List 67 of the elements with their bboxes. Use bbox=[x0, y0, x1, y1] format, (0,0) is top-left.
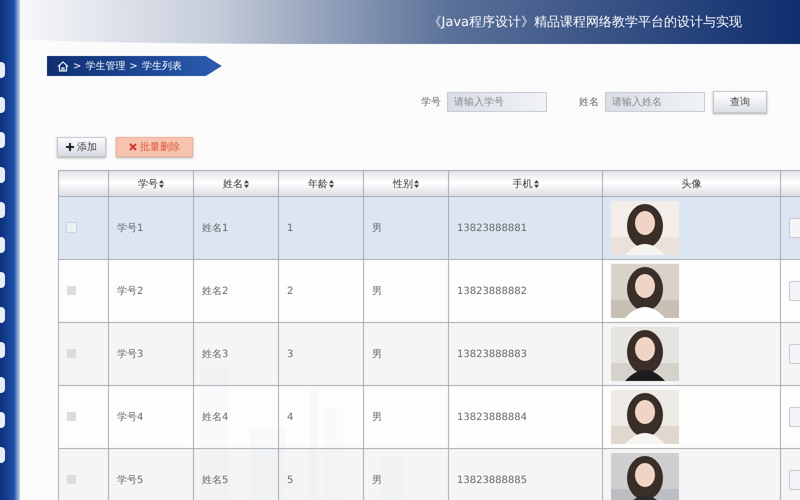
sidebar-tab[interactable] bbox=[0, 167, 5, 183]
sort-icon[interactable] bbox=[534, 180, 538, 188]
table-cell: 学号3 bbox=[117, 349, 144, 360]
sort-icon[interactable] bbox=[159, 180, 164, 188]
table-cell: 13823888884 bbox=[457, 412, 527, 422]
home-icon[interactable] bbox=[57, 60, 69, 72]
sidebar-tab[interactable] bbox=[0, 62, 5, 78]
sidebar-tab[interactable] bbox=[0, 342, 5, 358]
row-checkbox[interactable] bbox=[67, 286, 76, 296]
table-cell: 男 bbox=[372, 412, 382, 423]
table-cell: 姓名2 bbox=[202, 286, 228, 297]
field-label: 姓名 bbox=[579, 96, 599, 109]
header-title: 《Java程序设计》精品课程网络教学平台的设计与实现 bbox=[428, 14, 742, 31]
breadcrumb-link[interactable]: 学生管理 bbox=[85, 59, 126, 73]
sidebar-tab[interactable] bbox=[0, 307, 5, 323]
table-cell: 姓名5 bbox=[202, 475, 228, 486]
search-field[interactable]: 请输入姓名 bbox=[605, 92, 705, 112]
table-cell: 姓名3 bbox=[202, 349, 228, 360]
column-header[interactable]: 手机 bbox=[512, 176, 538, 190]
table-cell: 男 bbox=[372, 223, 382, 234]
sort-icon[interactable] bbox=[329, 180, 334, 188]
table-cell: 2 bbox=[287, 286, 294, 296]
plus-icon bbox=[66, 143, 74, 151]
sidebar-tab[interactable] bbox=[0, 202, 5, 218]
sort-icon[interactable] bbox=[414, 180, 419, 188]
column-header[interactable]: 性别 bbox=[393, 176, 419, 190]
table-cell: 13823888881 bbox=[457, 222, 527, 234]
table-cell: 13823888882 bbox=[457, 286, 527, 296]
table-cell: 男 bbox=[372, 349, 382, 360]
table-cell: 学号4 bbox=[117, 412, 144, 423]
breadcrumb-separator: > bbox=[73, 60, 82, 72]
row-checkbox[interactable] bbox=[67, 475, 76, 484]
search-button[interactable]: 查询 bbox=[713, 91, 767, 113]
row-checkbox[interactable] bbox=[67, 412, 76, 422]
breadcrumb-link[interactable]: 学生列表 bbox=[142, 59, 182, 73]
table-cell: 男 bbox=[372, 286, 382, 297]
column-header[interactable]: 姓名 bbox=[223, 176, 249, 190]
column-header[interactable]: 学号 bbox=[138, 176, 164, 190]
table-cell: 姓名4 bbox=[202, 412, 228, 423]
table-cell: 4 bbox=[287, 412, 294, 422]
sidebar-tab[interactable] bbox=[0, 237, 5, 253]
add-button[interactable]: 添加 bbox=[57, 137, 106, 157]
table-cell: 学号5 bbox=[117, 475, 144, 486]
sidebar-tab[interactable] bbox=[0, 272, 5, 288]
table-cell: 5 bbox=[287, 474, 294, 486]
row-checkbox[interactable] bbox=[67, 349, 76, 358]
table-cell: 男 bbox=[372, 475, 382, 486]
column-header[interactable]: 年龄 bbox=[308, 176, 334, 190]
table-cell: 姓名1 bbox=[202, 223, 228, 234]
sidebar-tab[interactable] bbox=[0, 377, 5, 393]
sidebar-tab[interactable] bbox=[0, 132, 5, 148]
sort-icon[interactable] bbox=[244, 180, 249, 188]
table-cell: 3 bbox=[287, 348, 294, 360]
column-header[interactable]: 头像 bbox=[682, 176, 702, 190]
row-checkbox[interactable] bbox=[67, 223, 76, 232]
table-cell: 学号1 bbox=[117, 223, 144, 234]
sidebar-tab[interactable] bbox=[0, 447, 5, 463]
breadcrumb-separator: > bbox=[129, 60, 138, 72]
table-cell: 学号2 bbox=[117, 286, 144, 297]
search-field[interactable]: 请输入学号 bbox=[447, 92, 547, 112]
close-icon bbox=[129, 143, 137, 151]
table-cell: 13823888885 bbox=[457, 474, 527, 486]
table-cell: 1 bbox=[287, 222, 294, 234]
field-label: 学号 bbox=[421, 96, 441, 109]
sidebar-tab[interactable] bbox=[0, 97, 5, 113]
sidebar-tab[interactable] bbox=[0, 412, 5, 428]
table-cell: 13823888883 bbox=[457, 348, 527, 360]
